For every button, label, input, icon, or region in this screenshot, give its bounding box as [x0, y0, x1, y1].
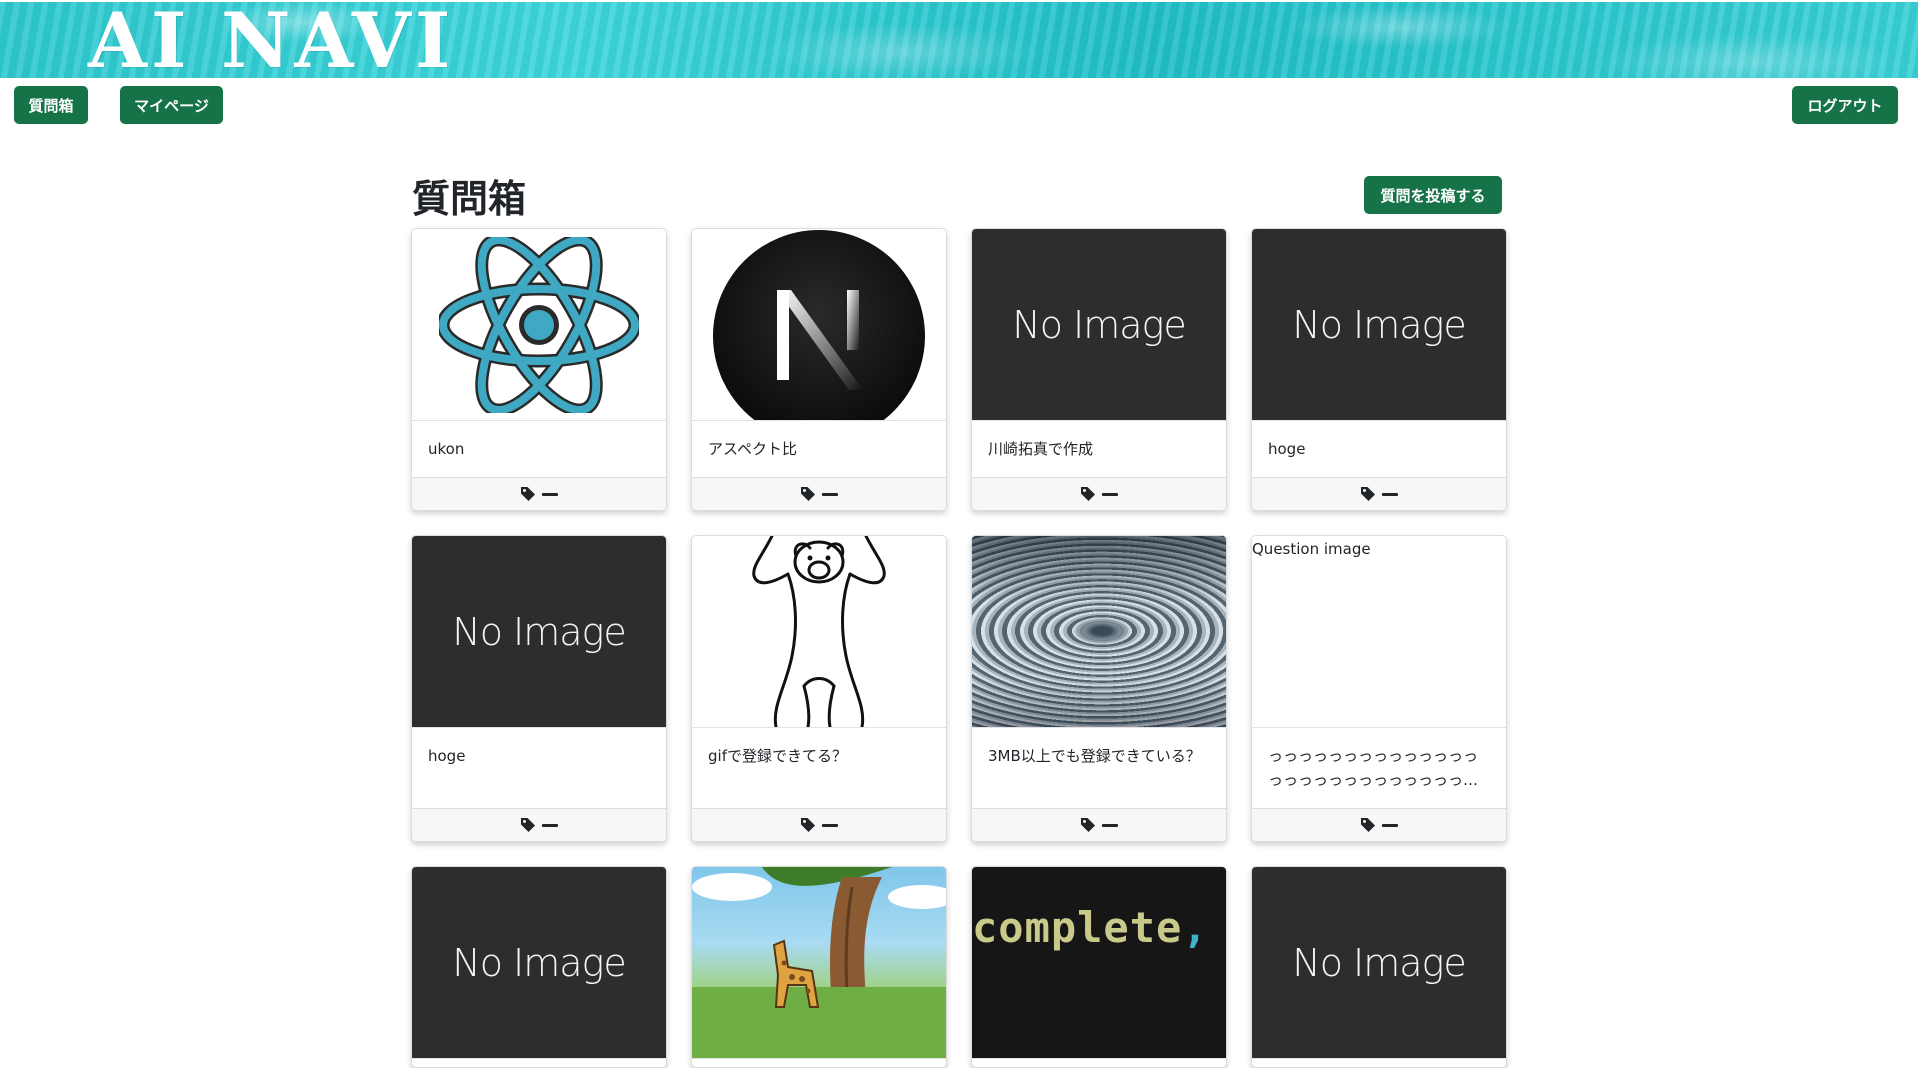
question-card[interactable]: [691, 866, 947, 1068]
tag-icon: [801, 818, 815, 832]
no-image-placeholder: No Image: [412, 536, 666, 728]
question-card[interactable]: gifで登録できてる？: [691, 535, 947, 842]
tag-empty-dash: [1382, 823, 1398, 827]
no-image-text: No Image: [1292, 302, 1466, 347]
question-title: hoge: [1268, 440, 1306, 458]
nav-question-box-button[interactable]: 質問箱: [14, 86, 88, 124]
question-image: [692, 536, 946, 728]
tag-footer: [1252, 808, 1506, 841]
tag-empty-dash: [542, 492, 558, 496]
tag-empty-dash: [1102, 492, 1118, 496]
tag-icon: [1081, 487, 1095, 501]
question-title: アスペクト比: [708, 440, 797, 458]
no-image-placeholder: No Image: [972, 229, 1226, 421]
tag-footer: [412, 477, 666, 510]
tag-footer: [692, 808, 946, 841]
tag-icon: [1361, 487, 1375, 501]
no-image-placeholder: No Image: [1252, 867, 1506, 1059]
tag-empty-dash: [542, 823, 558, 827]
question-title-text: っっっっっっっっっっっっっっっっっっっっっっっっっっっっ…: [1268, 747, 1479, 789]
tag-icon: [1081, 818, 1095, 832]
logout-button[interactable]: ログアウト: [1792, 86, 1898, 124]
question-image: [412, 229, 666, 421]
question-card[interactable]: No Image 川崎拓真で作成: [971, 228, 1227, 511]
nextjs-logo-icon: [713, 229, 925, 420]
tag-empty-dash: [1382, 492, 1398, 496]
no-image-text: No Image: [452, 940, 626, 985]
nav-my-page-button[interactable]: マイページ: [120, 86, 223, 124]
site-logo-title: AI NAVI: [88, 2, 455, 78]
question-card[interactable]: complete,: [971, 866, 1227, 1068]
tag-icon: [521, 487, 535, 501]
question-card[interactable]: No Image hoge: [1251, 228, 1507, 511]
image-alt-text: Question image: [1252, 540, 1371, 558]
no-image-text: No Image: [1292, 940, 1466, 985]
broken-image: Question image: [1252, 536, 1506, 728]
question-title: hoge: [428, 747, 466, 765]
tag-footer: [1252, 477, 1506, 510]
giraffe-illustration-icon: [692, 867, 946, 1058]
header-banner: AI NAVI: [0, 2, 1918, 78]
question-title: っっっっっっっっっっっっっっっっっっっっっっっっっっっっ…: [1252, 728, 1506, 808]
tag-footer: [412, 808, 666, 841]
no-image-text: No Image: [452, 609, 626, 654]
code-text-accent: ,: [1182, 903, 1209, 952]
no-image-placeholder: No Image: [412, 867, 666, 1059]
question-title: 川崎拓真で作成: [988, 440, 1094, 458]
post-question-button[interactable]: 質問を投稿する: [1364, 176, 1502, 214]
question-title: 3MB以上でも登録できている？: [988, 747, 1201, 765]
page-title: 質問箱: [412, 177, 527, 221]
question-title: ukon: [428, 440, 465, 458]
tag-footer: [972, 477, 1226, 510]
question-card[interactable]: No Image: [1251, 866, 1507, 1068]
question-card[interactable]: No Image hoge: [411, 535, 667, 842]
bear-drawing-icon: [752, 536, 886, 727]
tag-icon: [801, 487, 815, 501]
question-title: gifで登録できてる？: [708, 747, 847, 765]
tag-empty-dash: [822, 492, 838, 496]
question-card[interactable]: ukon: [411, 228, 667, 511]
no-image-text: No Image: [1012, 302, 1186, 347]
tag-empty-dash: [822, 823, 838, 827]
question-card[interactable]: アスペクト比: [691, 228, 947, 511]
giraffe-illustration-image: [692, 867, 946, 1059]
question-image: [692, 229, 946, 421]
code-text: complete,: [972, 903, 1209, 952]
tag-icon: [1361, 818, 1375, 832]
code-text-main: complete: [972, 903, 1183, 952]
code-screenshot-image: complete,: [972, 867, 1226, 1059]
tag-footer: [972, 808, 1226, 841]
question-card[interactable]: Question image っっっっっっっっっっっっっっっっっっっっっっっっっ…: [1251, 535, 1507, 842]
no-image-placeholder: No Image: [1252, 229, 1506, 421]
tag-empty-dash: [1102, 823, 1118, 827]
question-card[interactable]: No Image: [411, 866, 667, 1068]
question-card[interactable]: 3MB以上でも登録できている？: [971, 535, 1227, 842]
react-logo-icon: [439, 236, 639, 413]
water-ripples-image: [972, 536, 1226, 728]
tag-icon: [521, 818, 535, 832]
tag-footer: [692, 477, 946, 510]
